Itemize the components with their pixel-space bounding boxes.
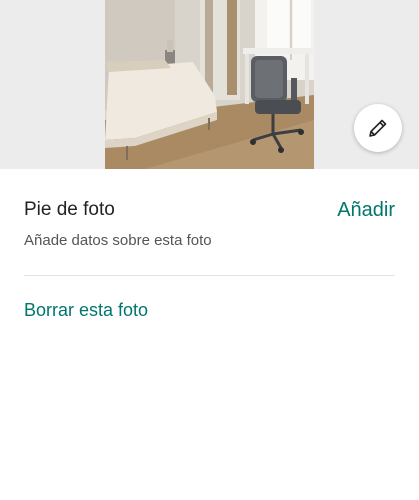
delete-photo-button[interactable]: Borrar esta foto: [24, 300, 148, 321]
caption-title: Pie de foto: [24, 199, 115, 220]
pencil-icon: [369, 119, 387, 137]
add-caption-button[interactable]: Añadir: [337, 199, 395, 222]
caption-hint: Añade datos sobre esta foto: [24, 232, 212, 249]
room-photo: [105, 0, 314, 169]
caption-row: Pie de foto Añadir: [24, 199, 395, 225]
room-photo-illustration: [105, 0, 314, 169]
divider: [24, 275, 395, 276]
edit-photo-button[interactable]: [354, 104, 402, 152]
photo-area: [0, 0, 419, 169]
